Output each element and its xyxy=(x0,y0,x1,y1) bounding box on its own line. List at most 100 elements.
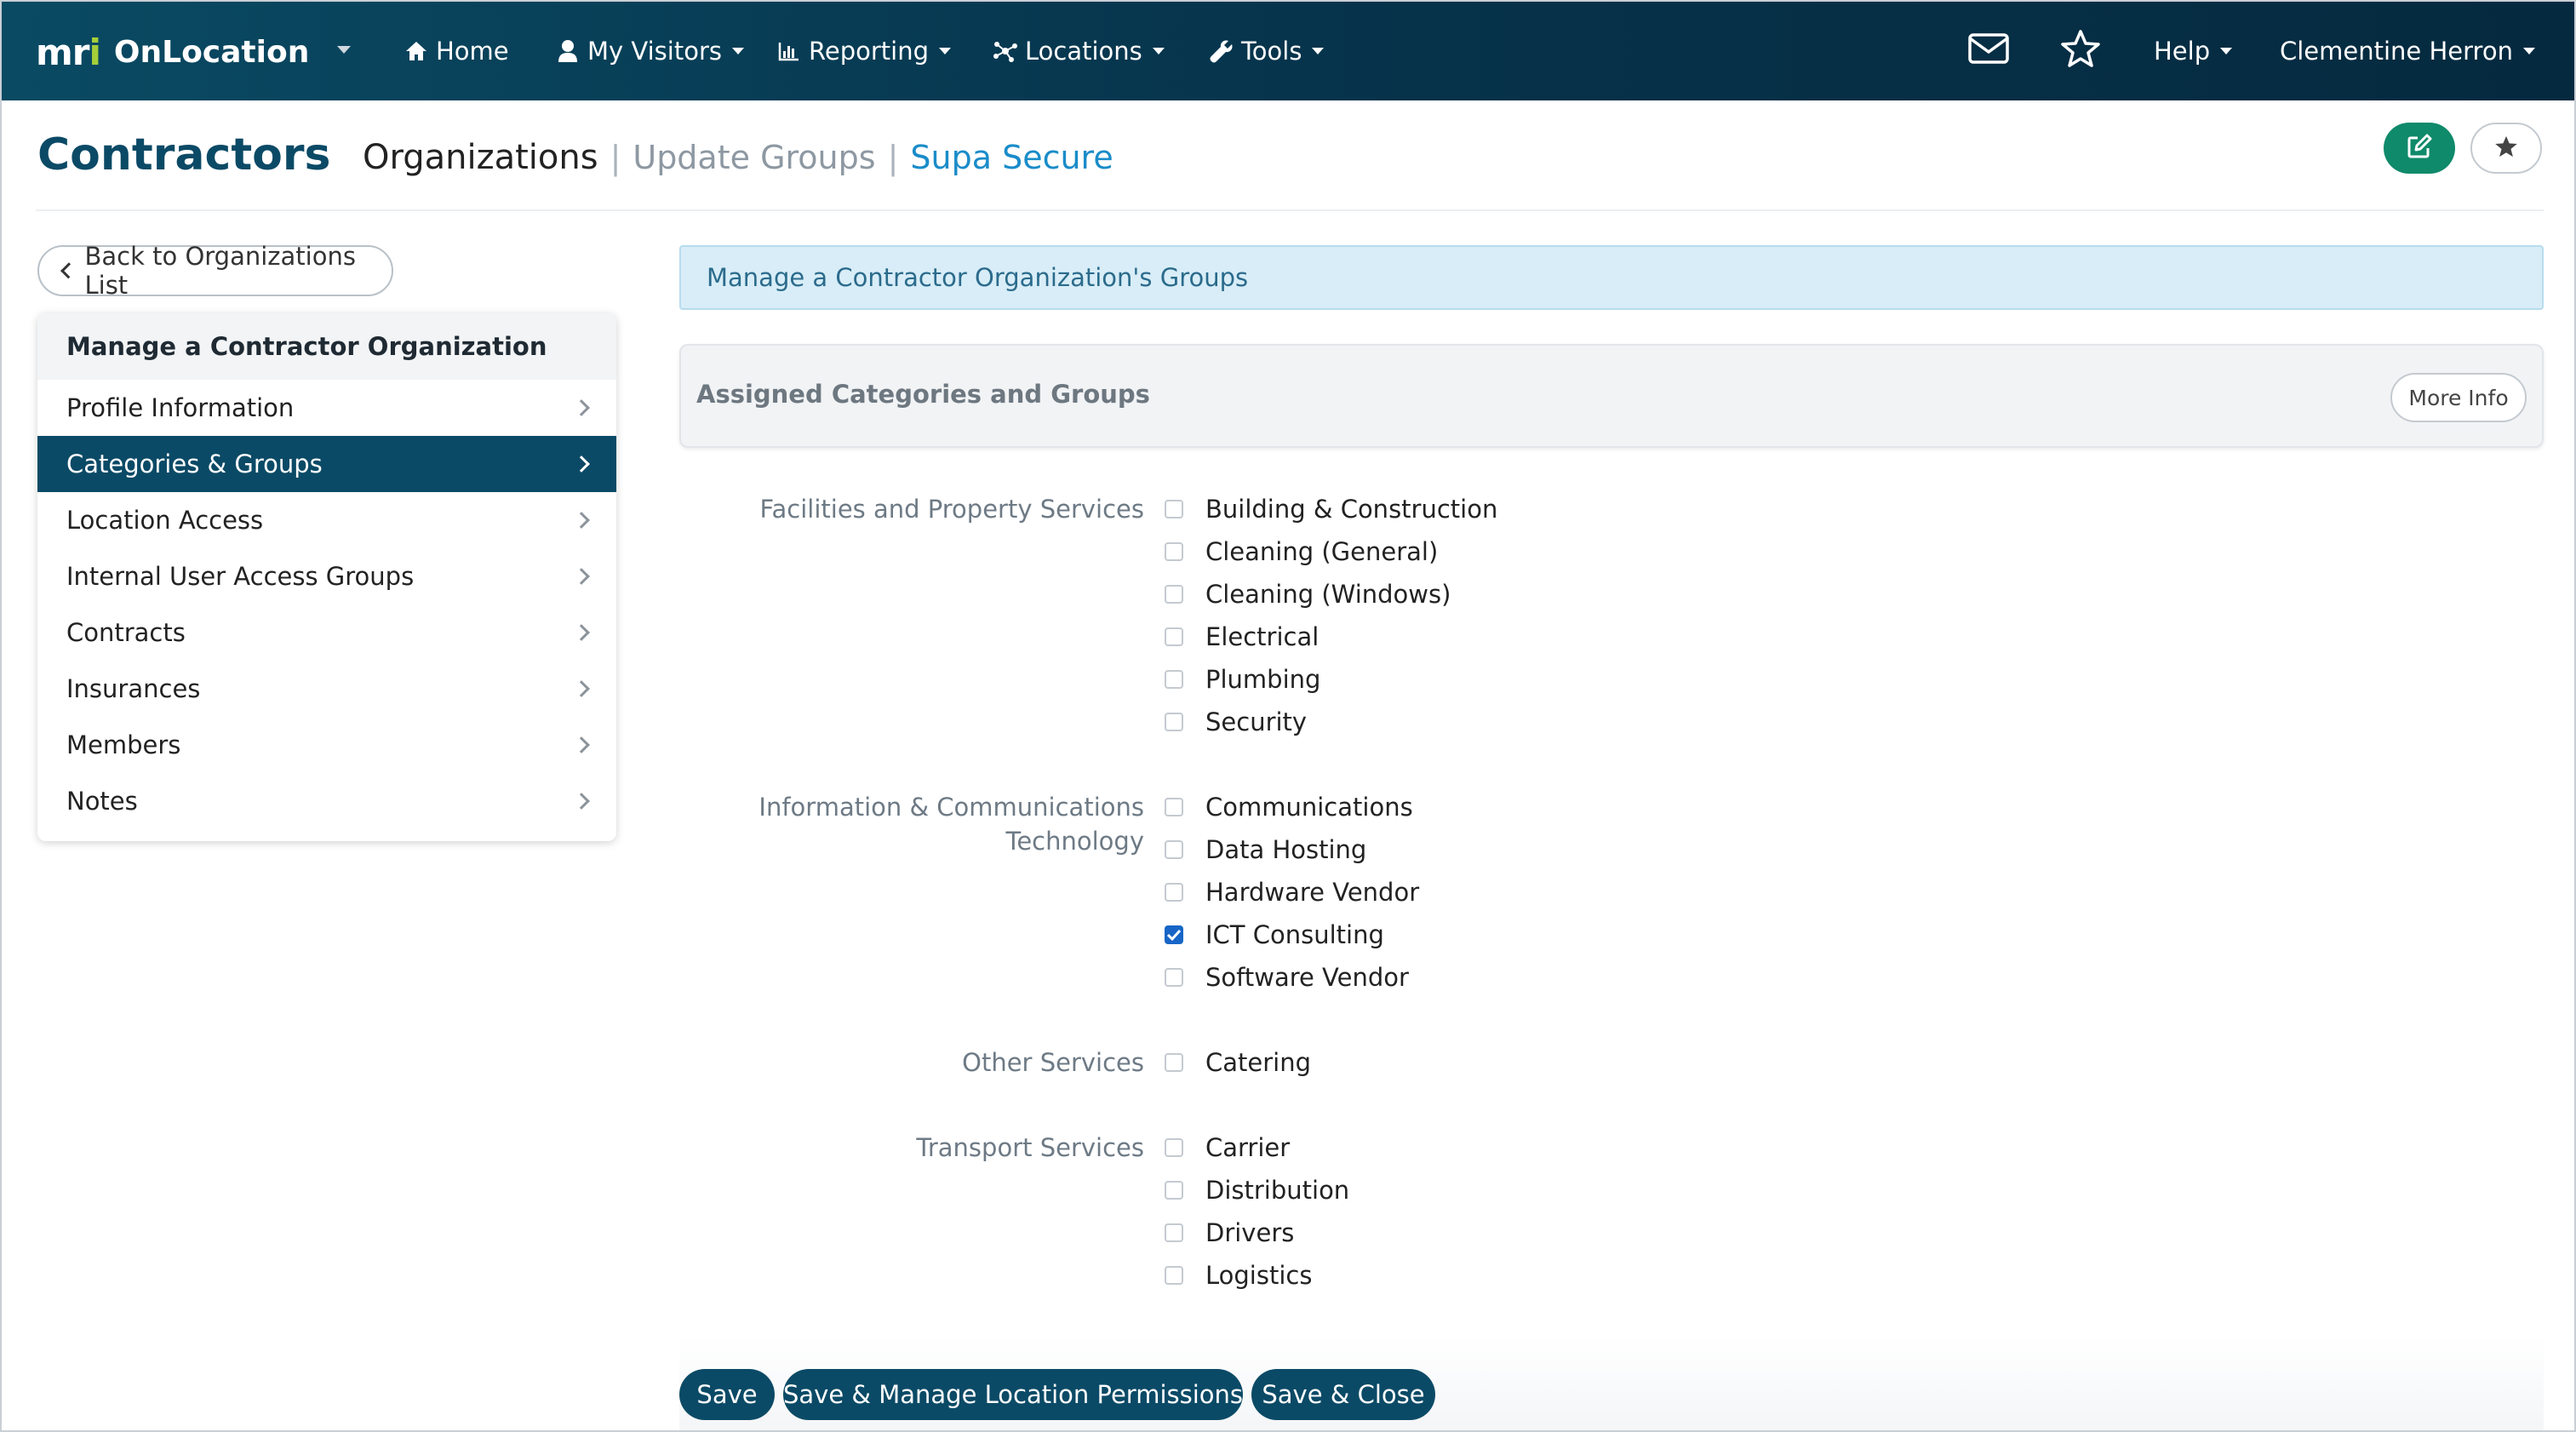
nav-locations[interactable]: Locations xyxy=(993,32,1165,70)
group-option[interactable]: Cleaning (Windows) xyxy=(1165,577,1451,611)
group-option[interactable]: Logistics xyxy=(1165,1258,1312,1292)
checkbox[interactable] xyxy=(1165,840,1183,859)
section-header: Assigned Categories and Groups More Info xyxy=(679,344,2544,448)
breadcrumb-entity-link[interactable]: Supa Secure xyxy=(910,139,1113,176)
category-label-line: Facilities and Property Services xyxy=(759,495,1145,524)
chevron-right-icon xyxy=(573,624,590,641)
edit-button[interactable] xyxy=(2384,123,2455,174)
sidebar-item-insurances[interactable]: Insurances xyxy=(37,661,616,717)
sidebar-item-location-access[interactable]: Location Access xyxy=(37,492,616,548)
help-menu[interactable]: Help xyxy=(2154,32,2233,70)
star-icon xyxy=(2060,29,2101,74)
group-option[interactable]: Hardware Vendor xyxy=(1165,875,1419,909)
category-label: Facilities and Property Services xyxy=(760,492,1145,526)
envelope-icon xyxy=(1968,32,2009,70)
group-option-label: Data Hosting xyxy=(1205,835,1367,864)
checkbox[interactable] xyxy=(1165,1053,1183,1072)
checkbox[interactable] xyxy=(1165,1138,1183,1157)
group-option-label: Cleaning (General) xyxy=(1205,537,1439,566)
group-option-label: Logistics xyxy=(1205,1261,1313,1290)
group-option[interactable]: Distribution xyxy=(1165,1173,1349,1207)
checkbox[interactable] xyxy=(1165,627,1183,646)
group-option[interactable]: Security xyxy=(1165,705,1307,739)
checkbox[interactable] xyxy=(1165,968,1183,987)
nav-tools[interactable]: Tools xyxy=(1209,32,1325,70)
checkbox[interactable] xyxy=(1165,670,1183,689)
group-option-label: Cleaning (Windows) xyxy=(1205,580,1451,609)
group-option[interactable]: Data Hosting xyxy=(1165,833,1366,867)
sidebar-item-internal-user-access-groups[interactable]: Internal User Access Groups xyxy=(37,548,616,604)
more-info-button[interactable]: More Info xyxy=(2390,373,2527,422)
user-menu[interactable]: Clementine Herron xyxy=(2280,32,2535,70)
chevron-right-icon xyxy=(573,399,590,416)
nav-my-visitors-label: My Visitors xyxy=(587,37,722,66)
category-label: Other Services xyxy=(962,1045,1144,1080)
checkbox[interactable] xyxy=(1165,713,1183,731)
messages-button[interactable] xyxy=(1968,32,2009,70)
group-option[interactable]: Communications xyxy=(1165,790,1413,824)
info-banner: Manage a Contractor Organization's Group… xyxy=(679,245,2544,310)
sidebar-item-label: Profile Information xyxy=(66,393,295,422)
group-option-label: Catering xyxy=(1205,1048,1312,1077)
group-option[interactable]: ICT Consulting xyxy=(1165,918,1384,952)
group-option[interactable]: Plumbing xyxy=(1165,662,1320,696)
group-option[interactable]: Electrical xyxy=(1165,620,1319,654)
chevron-left-icon xyxy=(60,262,77,279)
group-option[interactable]: Catering xyxy=(1165,1045,1311,1080)
app-switcher-caret-icon[interactable] xyxy=(337,46,351,54)
category-label-line: Information & Communications xyxy=(758,793,1144,822)
chevron-down-icon xyxy=(1152,48,1165,54)
checkbox[interactable] xyxy=(1165,883,1183,902)
group-option[interactable]: Drivers xyxy=(1165,1216,1294,1250)
group-option[interactable]: Software Vendor xyxy=(1165,960,1409,994)
group-option[interactable]: Building & Construction xyxy=(1165,492,1497,526)
breadcrumb-current: Organizations xyxy=(363,138,598,177)
checkbox[interactable] xyxy=(1165,798,1183,816)
edit-icon xyxy=(2406,133,2433,163)
breadcrumb: Organizations | Update Groups | Supa Sec… xyxy=(363,138,1113,177)
nav-locations-label: Locations xyxy=(1025,37,1142,66)
checkbox-checked[interactable] xyxy=(1165,925,1183,944)
favorites-button[interactable] xyxy=(2060,29,2101,70)
checkbox[interactable] xyxy=(1165,500,1183,518)
group-option-label: Carrier xyxy=(1205,1133,1291,1162)
chevron-down-icon xyxy=(1312,48,1325,54)
group-option[interactable]: Cleaning (General) xyxy=(1165,535,1438,569)
chevron-right-icon xyxy=(573,455,590,473)
checkbox[interactable] xyxy=(1165,542,1183,561)
sidebar-item-members[interactable]: Members xyxy=(37,717,616,773)
chevron-down-icon xyxy=(938,48,951,54)
bar-chart-icon xyxy=(776,38,802,64)
checkbox[interactable] xyxy=(1165,1223,1183,1242)
sidebar-item-categories-groups[interactable]: Categories & Groups xyxy=(37,436,616,492)
save-close-button[interactable]: Save & Close xyxy=(1251,1369,1435,1420)
group-option-label: ICT Consulting xyxy=(1205,920,1384,949)
save-button[interactable]: Save xyxy=(679,1369,775,1420)
checkbox[interactable] xyxy=(1165,585,1183,604)
group-option-label: Drivers xyxy=(1205,1218,1295,1247)
chevron-down-icon xyxy=(731,48,744,54)
group-option-label: Plumbing xyxy=(1205,665,1321,694)
section-title: Assigned Categories and Groups xyxy=(696,380,1150,409)
back-button-label: Back to Organizations List xyxy=(84,242,356,300)
user-name: Clementine Herron xyxy=(2280,37,2513,66)
category-label-line: Other Services xyxy=(962,1048,1144,1077)
header-divider xyxy=(36,209,2544,211)
nav-reporting[interactable]: Reporting xyxy=(776,32,951,70)
favorite-page-button[interactable] xyxy=(2470,123,2542,174)
checkbox[interactable] xyxy=(1165,1181,1183,1200)
back-to-organizations-button[interactable]: Back to Organizations List xyxy=(37,242,393,300)
sidebar-item-label: Location Access xyxy=(66,506,264,535)
nav-home-label: Home xyxy=(436,37,509,66)
chevron-down-icon xyxy=(2220,48,2233,54)
nav-my-visitors[interactable]: My Visitors xyxy=(555,32,744,70)
group-option[interactable]: Carrier xyxy=(1165,1131,1290,1165)
sidebar-item-contracts[interactable]: Contracts xyxy=(37,604,616,661)
nav-home[interactable]: Home xyxy=(404,32,509,70)
app-logo[interactable]: mri OnLocation xyxy=(36,31,309,73)
chevron-right-icon xyxy=(573,793,590,810)
sidebar-item-notes[interactable]: Notes xyxy=(37,773,616,829)
sidebar-item-profile-information[interactable]: Profile Information xyxy=(37,380,616,436)
checkbox[interactable] xyxy=(1165,1266,1183,1285)
save-manage-location-permissions-button[interactable]: Save & Manage Location Permissions xyxy=(783,1369,1243,1420)
